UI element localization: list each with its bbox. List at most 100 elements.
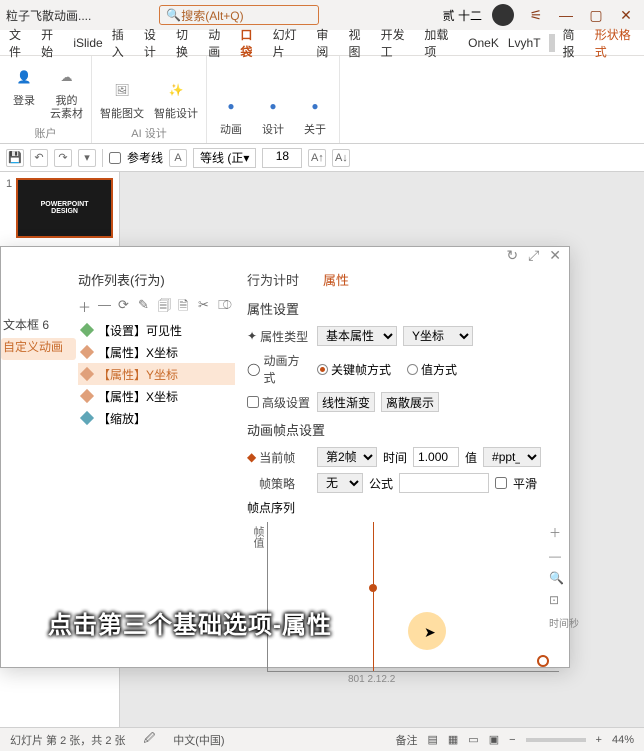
menu-2[interactable]: iSlide	[70, 34, 105, 52]
ribbon-关于[interactable]: ●关于	[299, 90, 331, 137]
view-reading-icon[interactable]: ▭	[468, 733, 478, 746]
ribbon-登录[interactable]: 👤登录	[8, 61, 40, 121]
menu-11[interactable]: 开发工	[378, 24, 419, 62]
action-4[interactable]: 【缩放】	[78, 407, 235, 429]
view-slideshow-icon[interactable]: ▣	[489, 733, 499, 746]
op-4[interactable]: 🗐	[158, 297, 174, 313]
menu-12[interactable]: 加载项	[421, 24, 462, 62]
action-0[interactable]: 【设置】可见性	[78, 319, 235, 341]
text-icon[interactable]: A	[169, 149, 187, 167]
menu-10[interactable]: 视图	[345, 24, 374, 62]
menu-14[interactable]: LvyhT	[505, 34, 544, 52]
diamond-icon	[80, 367, 94, 381]
slide-thumb[interactable]: POWERPOINT DESIGN	[16, 178, 113, 238]
radio-value[interactable]: 值方式	[407, 361, 457, 378]
formula-input[interactable]	[399, 473, 489, 493]
ribbon: 👤登录☁我的 云素材账户🖼智能图文✨智能设计AI 设计●动画●设计●关于	[0, 56, 644, 144]
guides-check[interactable]	[109, 152, 121, 164]
discrete-button[interactable]: 离散展示	[381, 392, 439, 412]
ribbon-动画[interactable]: ●动画	[215, 90, 247, 137]
collapse-icon[interactable]: ⤢	[528, 247, 539, 264]
dropdown-icon[interactable]: ▾	[78, 149, 96, 167]
type-label: 属性类型	[260, 328, 308, 345]
ribbon-icon: ●	[299, 90, 331, 122]
view-normal-icon[interactable]: ▤	[427, 733, 437, 746]
kf-section-title: 动画帧点设置	[247, 420, 559, 439]
op-6[interactable]: ✂	[198, 297, 214, 313]
shrink-icon[interactable]: A↓	[332, 149, 350, 167]
time-input[interactable]	[413, 447, 459, 467]
ribbon-icon: ●	[257, 90, 289, 122]
linear-button[interactable]: 线性渐变	[317, 392, 375, 412]
refresh-icon[interactable]: ↻	[506, 247, 518, 264]
slide-number: 1	[6, 178, 12, 244]
window-opts-icon[interactable]: ⚟	[524, 3, 548, 27]
op-7[interactable]: ⎄	[218, 297, 234, 313]
playhead-line	[373, 522, 374, 671]
reset-icon[interactable]: ⊡	[549, 593, 579, 607]
undo-icon[interactable]: ↶	[30, 149, 48, 167]
keyframe-dot[interactable]	[369, 584, 377, 592]
cursor-highlight: ➤	[408, 612, 446, 650]
menu-15[interactable]: 简报	[560, 24, 589, 62]
tab-0[interactable]: 行为计时	[247, 270, 299, 291]
ribbon-设计[interactable]: ●设计	[257, 90, 289, 137]
menu-13[interactable]: OneK	[465, 34, 502, 52]
diamond-icon	[80, 389, 94, 403]
end-keyframe-icon[interactable]	[537, 655, 549, 667]
smooth-check[interactable]	[495, 477, 507, 489]
ribbon-我的云素材[interactable]: ☁我的 云素材	[50, 61, 83, 121]
notes-button[interactable]: 备注	[395, 732, 417, 748]
search-box[interactable]: 🔍 搜索(Alt+Q)	[159, 5, 319, 25]
seq-title: 帧点序列	[247, 499, 559, 516]
add-kf-icon[interactable]: ＋	[549, 524, 579, 541]
statusbar: 幻灯片 第 2 张，共 2 张 🖉 中文(中国) 备注 ▤ ▦ ▭ ▣ − + …	[0, 727, 644, 751]
type2-select[interactable]: Y坐标	[403, 326, 473, 346]
adv-check[interactable]	[247, 396, 259, 408]
diamond-icon	[80, 411, 94, 425]
save-icon[interactable]: 💾	[6, 149, 24, 167]
dialog-close-icon[interactable]: ✕	[549, 247, 561, 264]
grow-icon[interactable]: A↑	[308, 149, 326, 167]
tabs: 行为计时 属性	[247, 270, 559, 291]
zoom-in-icon[interactable]: +	[596, 734, 602, 746]
view-sorter-icon[interactable]: ▦	[448, 733, 458, 746]
ribbon-智能设计[interactable]: ✨智能设计	[154, 74, 198, 121]
object-1[interactable]: 自定义动画	[1, 338, 76, 360]
action-2[interactable]: 【属性】Y坐标	[78, 363, 235, 385]
cur-select[interactable]: 第2帧	[317, 447, 377, 467]
font-size[interactable]: 18	[262, 148, 302, 168]
ribbon-icon: 👤	[8, 61, 40, 93]
redo-icon[interactable]: ↷	[54, 149, 72, 167]
tab-1[interactable]: 属性	[323, 270, 349, 291]
edit-icon[interactable]: 🖉	[144, 730, 156, 749]
zoom-icon[interactable]: 🔍	[549, 571, 579, 585]
op-3[interactable]: ✎	[138, 297, 154, 313]
zoom-slider[interactable]	[526, 738, 586, 742]
menu-16[interactable]: 形状格式	[592, 24, 644, 62]
adv-label: 高级设置	[262, 394, 310, 411]
keyframe-chart[interactable]: 帧值 ➤ ＋ — 🔍 ⊡ 时间秒 801 2.12.2	[267, 522, 559, 672]
op-1[interactable]: —	[98, 297, 114, 313]
action-list-title: 动作列表(行为)	[78, 270, 235, 289]
action-3[interactable]: 【属性】X坐标	[78, 385, 235, 407]
val-select[interactable]: #ppt_y	[483, 447, 541, 467]
zoom-value: 44%	[612, 734, 634, 746]
cur-label: 当前帧	[259, 449, 295, 466]
op-5[interactable]: 🗎	[178, 297, 194, 313]
formula-label: 公式	[369, 475, 393, 492]
avatar[interactable]	[492, 4, 514, 26]
cur-icon: ◆	[247, 450, 256, 464]
zoom-out-icon[interactable]: −	[509, 734, 515, 746]
op-0[interactable]: ＋	[78, 297, 94, 313]
object-0[interactable]: 文本框 6	[1, 316, 76, 338]
mode-label: 动画方式	[263, 352, 311, 386]
ribbon-智能图文[interactable]: 🖼智能图文	[100, 74, 144, 121]
strategy-select[interactable]: 无	[317, 473, 363, 493]
radio-keyframe[interactable]: 关键帧方式	[317, 361, 391, 378]
type-select[interactable]: 基本属性	[317, 326, 397, 346]
remove-kf-icon[interactable]: —	[549, 549, 579, 563]
font-select[interactable]: 等线 (正 ▾	[193, 148, 256, 168]
op-2[interactable]: ⟳	[118, 297, 134, 313]
action-1[interactable]: 【属性】X坐标	[78, 341, 235, 363]
